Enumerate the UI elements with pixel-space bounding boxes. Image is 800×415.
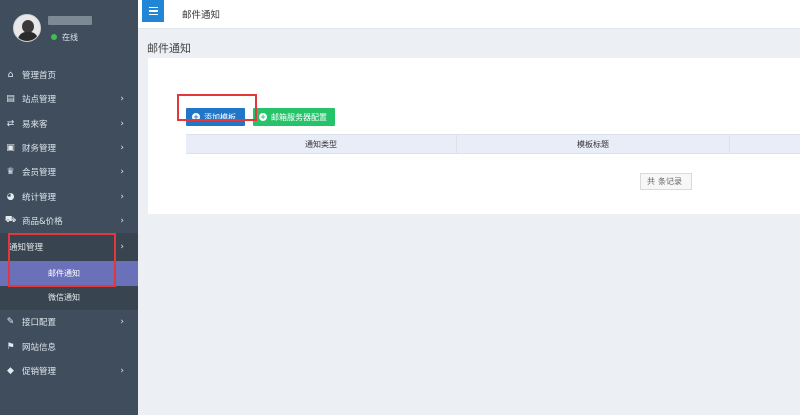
- sidebar-item-label: 易来客: [22, 119, 48, 130]
- chevron-right-icon: ›: [120, 365, 124, 376]
- sidebar-item-label: 财务管理: [22, 144, 57, 155]
- chevron-right-icon: ›: [120, 215, 124, 226]
- record-count: 共 条记录: [640, 173, 692, 190]
- main-content: 邮件通知 + 添加模板 + 邮箱服务器配置 通知类型 模板标题 共 条记录: [138, 29, 800, 415]
- sidebar-item-home[interactable]: ⌂ 管理首页: [0, 63, 138, 87]
- plug-icon: ✎: [6, 317, 15, 328]
- chevron-right-icon: ›: [120, 317, 124, 328]
- chevron-right-icon: ›: [120, 118, 124, 129]
- plus-circle-icon: +: [259, 113, 267, 121]
- top-bar: 邮件通知: [138, 0, 800, 29]
- content-panel: + 添加模板 + 邮箱服务器配置 通知类型 模板标题 共 条记录: [148, 58, 800, 214]
- status-text: 在线: [62, 33, 78, 42]
- sidebar-item-sites[interactable]: ▤ 站点管理 ›: [0, 87, 138, 111]
- page-title: 邮件通知: [147, 42, 191, 55]
- sidebar-item-products[interactable]: ⛟ 商品&价格 ›: [0, 209, 138, 233]
- tag-icon: ◆: [7, 365, 14, 376]
- sidebar-menu: ⌂ 管理首页 ▤ 站点管理 › ⇄ 易来客 › ▣ 财务管理 › ♛ 会员管理 …: [0, 63, 138, 383]
- smtp-config-label: 邮箱服务器配置: [271, 112, 327, 122]
- sidebar: 在线 ⌂ 管理首页 ▤ 站点管理 › ⇄ 易来客 › ▣ 财务管理 › ♛ 会员…: [0, 0, 138, 415]
- highlight-box-notification-menu: [8, 233, 116, 287]
- home-icon: ⌂: [7, 70, 14, 81]
- user-panel: 在线: [0, 0, 138, 62]
- sidebar-item-members[interactable]: ♛ 会员管理 ›: [0, 160, 138, 184]
- sidebar-item-label: 促销管理: [22, 366, 57, 377]
- sidebar-item-label: 站点管理: [22, 95, 57, 106]
- sidebar-item-promotions[interactable]: ◆ 促销管理 ›: [0, 359, 138, 383]
- top-bar-title: 邮件通知: [182, 10, 221, 21]
- sidebar-item-label: 网站信息: [22, 342, 57, 353]
- chevron-right-icon: ›: [120, 167, 124, 178]
- sidebar-item-label: 会员管理: [22, 168, 57, 179]
- sidebar-item-finance[interactable]: ▣ 财务管理 ›: [0, 136, 138, 160]
- sidebar-item-site-info[interactable]: ⚑ 网站信息: [0, 334, 138, 358]
- record-count-prefix: 共: [647, 177, 655, 186]
- chevron-right-icon: ›: [120, 191, 124, 202]
- chevron-right-icon: ›: [120, 94, 124, 105]
- crown-icon: ♛: [6, 167, 15, 178]
- wallet-icon: ▣: [6, 143, 15, 154]
- menu-toggle-icon[interactable]: [142, 0, 164, 22]
- chevron-right-icon: ›: [120, 242, 124, 253]
- table-header: 通知类型 模板标题: [186, 134, 800, 154]
- sidebar-item-label: 商品&价格: [22, 216, 63, 227]
- user-name-redacted: [48, 16, 92, 25]
- cart-icon: ⛟: [4, 215, 17, 226]
- column-header[interactable]: [730, 135, 800, 153]
- chevron-right-icon: ›: [120, 143, 124, 154]
- sidebar-item-label: 接口配置: [22, 318, 57, 329]
- sidebar-item-label: 管理首页: [22, 71, 57, 82]
- sidebar-item-stats[interactable]: ◕ 统计管理 ›: [0, 184, 138, 208]
- sidebar-item-label: 统计管理: [22, 192, 57, 203]
- column-header[interactable]: 模板标题: [457, 135, 730, 153]
- record-count-suffix: 条记录: [658, 177, 682, 186]
- online-status-dot: [51, 34, 57, 40]
- flag-icon: ⚑: [6, 341, 15, 352]
- shuffle-icon: ⇄: [6, 118, 15, 129]
- database-icon: ▤: [6, 94, 15, 105]
- sidebar-item-api-config[interactable]: ✎ 接口配置 ›: [0, 310, 138, 334]
- smtp-config-button[interactable]: + 邮箱服务器配置: [253, 108, 335, 126]
- highlight-box-add-template: [177, 94, 257, 121]
- sidebar-item-yilaike[interactable]: ⇄ 易来客 ›: [0, 112, 138, 136]
- column-header[interactable]: 通知类型: [186, 135, 457, 153]
- sidebar-subitem-wechat-notify[interactable]: 微信通知: [0, 286, 138, 311]
- avatar[interactable]: [13, 14, 41, 42]
- pie-chart-icon: ◕: [6, 191, 15, 202]
